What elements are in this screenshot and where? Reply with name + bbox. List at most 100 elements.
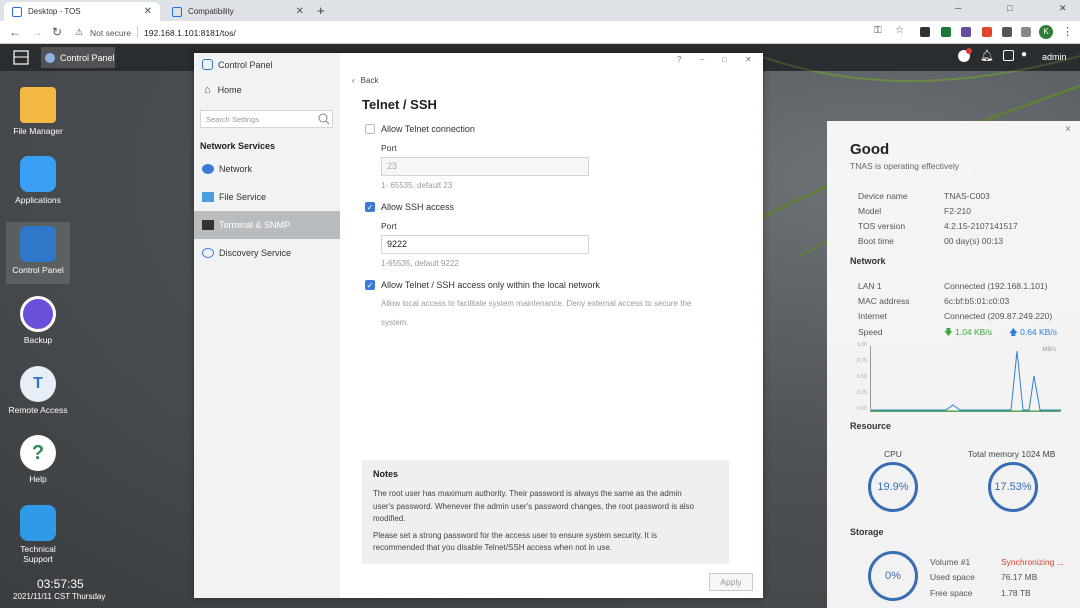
device-key: TOS version: [858, 221, 906, 231]
chart-tick: 0.50: [857, 374, 867, 380]
url-text[interactable]: 192.168.1.101:8181/tos/: [144, 28, 236, 38]
user-icon[interactable]: ●: [1021, 49, 1027, 60]
upload-speed: 🡅 0.64 KB/s: [1009, 327, 1057, 341]
device-key: Model: [858, 206, 882, 216]
notes-line: recommended that you disable Telnet/SSH …: [373, 543, 613, 552]
search-icon[interactable]: [318, 113, 330, 125]
chart-tick: 0.75: [857, 358, 867, 364]
new-tab-button[interactable]: +: [317, 3, 325, 18]
security-label[interactable]: Not secure: [90, 28, 131, 38]
minimize-button[interactable]: –: [700, 55, 704, 64]
local-only-checkbox[interactable]: ✓: [365, 280, 375, 290]
forward-arrow-icon[interactable]: →: [31, 25, 43, 39]
back-label: Back: [360, 76, 379, 85]
volume-name: Volume #1: [930, 557, 971, 567]
chevron-left-icon: ‹: [352, 76, 355, 85]
desktop-icon-remote-access[interactable]: T Remote Access: [6, 366, 70, 415]
panel-close-button[interactable]: ×: [1065, 124, 1071, 135]
help-icon: ?: [20, 435, 56, 471]
menu-dots-icon[interactable]: ⋮: [1062, 25, 1073, 38]
browser-tab-compatibility[interactable]: Compatibility ✕: [164, 2, 312, 21]
sidebar-item-label: Network: [219, 164, 253, 174]
network-heading: Network: [850, 256, 886, 266]
tab-close-icon[interactable]: ✕: [144, 6, 152, 17]
close-window-button[interactable]: ✕: [1059, 3, 1067, 14]
storage-heading: Storage: [850, 527, 884, 537]
desktop-icon-applications[interactable]: Applications: [6, 156, 70, 205]
free-space-value: 1.78 TB: [1001, 588, 1031, 598]
discovery-icon: [202, 248, 214, 258]
desktop-icon-file-manager[interactable]: File Manager: [6, 87, 70, 136]
tab-favicon-icon: [172, 6, 182, 17]
divider: [137, 26, 138, 38]
ssh-port-hint: 1-65535, default 9222: [381, 259, 459, 268]
sidebar-item-discovery-service[interactable]: Discovery Service: [194, 239, 340, 267]
help-button[interactable]: ?: [677, 55, 681, 64]
extension-icon[interactable]: [920, 27, 930, 37]
extension-icon[interactable]: [941, 27, 951, 37]
extension-icon[interactable]: [1002, 27, 1012, 37]
bag-icon: [20, 156, 56, 192]
star-icon[interactable]: ☆: [895, 25, 904, 36]
search-box[interactable]: Search Settings: [200, 110, 333, 128]
puzzle-icon[interactable]: [1021, 27, 1031, 37]
home-link[interactable]: ⌂ Home: [204, 84, 242, 96]
apply-button[interactable]: Apply: [709, 573, 753, 591]
sidebar-item-label: Discovery Service: [219, 248, 292, 258]
sidebar-item-terminal-snmp[interactable]: Terminal & SNMP: [194, 211, 340, 239]
network-key: LAN 1: [858, 281, 882, 291]
used-space-label: Used space: [930, 572, 975, 582]
control-panel-window: Control Panel ⌂ Home Search Settings Net…: [194, 53, 763, 598]
start-menu-icon[interactable]: [13, 50, 29, 65]
notes-box: Notes The root user has maximum authorit…: [362, 460, 729, 564]
memory-label: Total memory 1024 MB: [968, 449, 1056, 459]
network-key: MAC address: [858, 296, 910, 306]
telnet-port-input[interactable]: 23: [381, 157, 589, 176]
profile-avatar[interactable]: K: [1039, 25, 1053, 39]
back-link[interactable]: ‹ Back: [352, 76, 378, 85]
ssh-label[interactable]: Allow SSH access: [381, 202, 454, 212]
local-only-label[interactable]: Allow Telnet / SSH access only within th…: [381, 280, 600, 290]
extension-icon[interactable]: [961, 27, 971, 37]
desktop-icon-technical-support[interactable]: Technical Support: [6, 505, 70, 564]
file-service-icon: [202, 192, 214, 202]
desktop-icon-control-panel[interactable]: Control Panel: [6, 222, 70, 284]
browser-tab-desktop[interactable]: Desktop - TOS ✕: [4, 2, 160, 21]
taskbar-app-control-panel[interactable]: Control Panel: [41, 47, 115, 68]
sidebar-item-network[interactable]: Network: [194, 155, 340, 183]
notes-line: The root user has maximum authority. The…: [373, 489, 682, 498]
speed-chart: MB/s 1.00 0.75 0.50 0.25 0.00: [857, 342, 1061, 412]
cpu-usage-ring: 19.9%: [868, 462, 918, 512]
speed-label: Speed: [858, 327, 883, 337]
telnet-label[interactable]: Allow Telnet connection: [381, 124, 475, 134]
network-value: Connected (192.168.1.101): [944, 281, 1048, 291]
key-icon[interactable]: ⚿: [874, 25, 882, 36]
grid-icon[interactable]: [1003, 50, 1014, 61]
device-value: 00 day(s) 00:13: [944, 236, 1004, 246]
maximize-button[interactable]: □: [722, 55, 727, 64]
tab-close-icon[interactable]: ✕: [296, 6, 304, 17]
username-label[interactable]: admin: [1042, 52, 1067, 62]
close-button[interactable]: ✕: [745, 55, 752, 64]
extension-icon[interactable]: [982, 27, 992, 37]
resource-heading: Resource: [850, 421, 892, 431]
ssh-port-input[interactable]: 9222: [381, 235, 589, 254]
device-key: Boot time: [858, 236, 894, 246]
bell-icon[interactable]: 🔔︎: [980, 49, 994, 62]
sidebar-item-file-service[interactable]: File Service: [194, 183, 340, 211]
back-arrow-icon[interactable]: ←: [9, 25, 21, 39]
ssh-checkbox[interactable]: ✓: [365, 202, 375, 212]
terminal-icon: [202, 220, 214, 230]
minimize-window-button[interactable]: ─: [955, 3, 961, 13]
maximize-window-button[interactable]: □: [1007, 3, 1012, 13]
network-value: 6c:bf:b5:01:c0:03: [944, 296, 1010, 306]
telnet-checkbox[interactable]: [365, 124, 375, 134]
warning-icon[interactable]: ⚠: [75, 27, 83, 38]
memory-usage-ring: 17.53%: [988, 462, 1038, 512]
desktop-icon-backup[interactable]: Backup: [6, 296, 70, 345]
device-key: Device name: [858, 191, 908, 201]
notes-line: modified.: [373, 514, 406, 523]
status-heading: Good: [850, 141, 890, 158]
desktop-icon-help[interactable]: ? Help: [6, 435, 70, 484]
reload-icon[interactable]: ↻: [52, 25, 62, 39]
